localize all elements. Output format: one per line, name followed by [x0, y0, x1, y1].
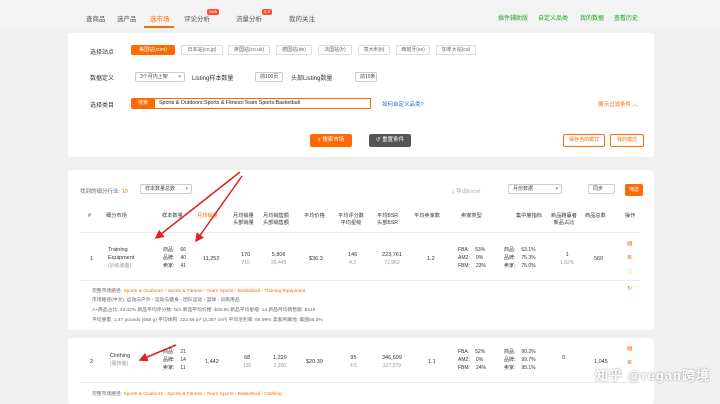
- arrow-to-sales: [195, 175, 243, 243]
- annotation-arrows: [138, 171, 243, 362]
- arrow-to-clothing: [138, 344, 177, 362]
- arrow-to-sample: [154, 171, 241, 239]
- watermark: 知乎 @regan跨境: [595, 368, 710, 383]
